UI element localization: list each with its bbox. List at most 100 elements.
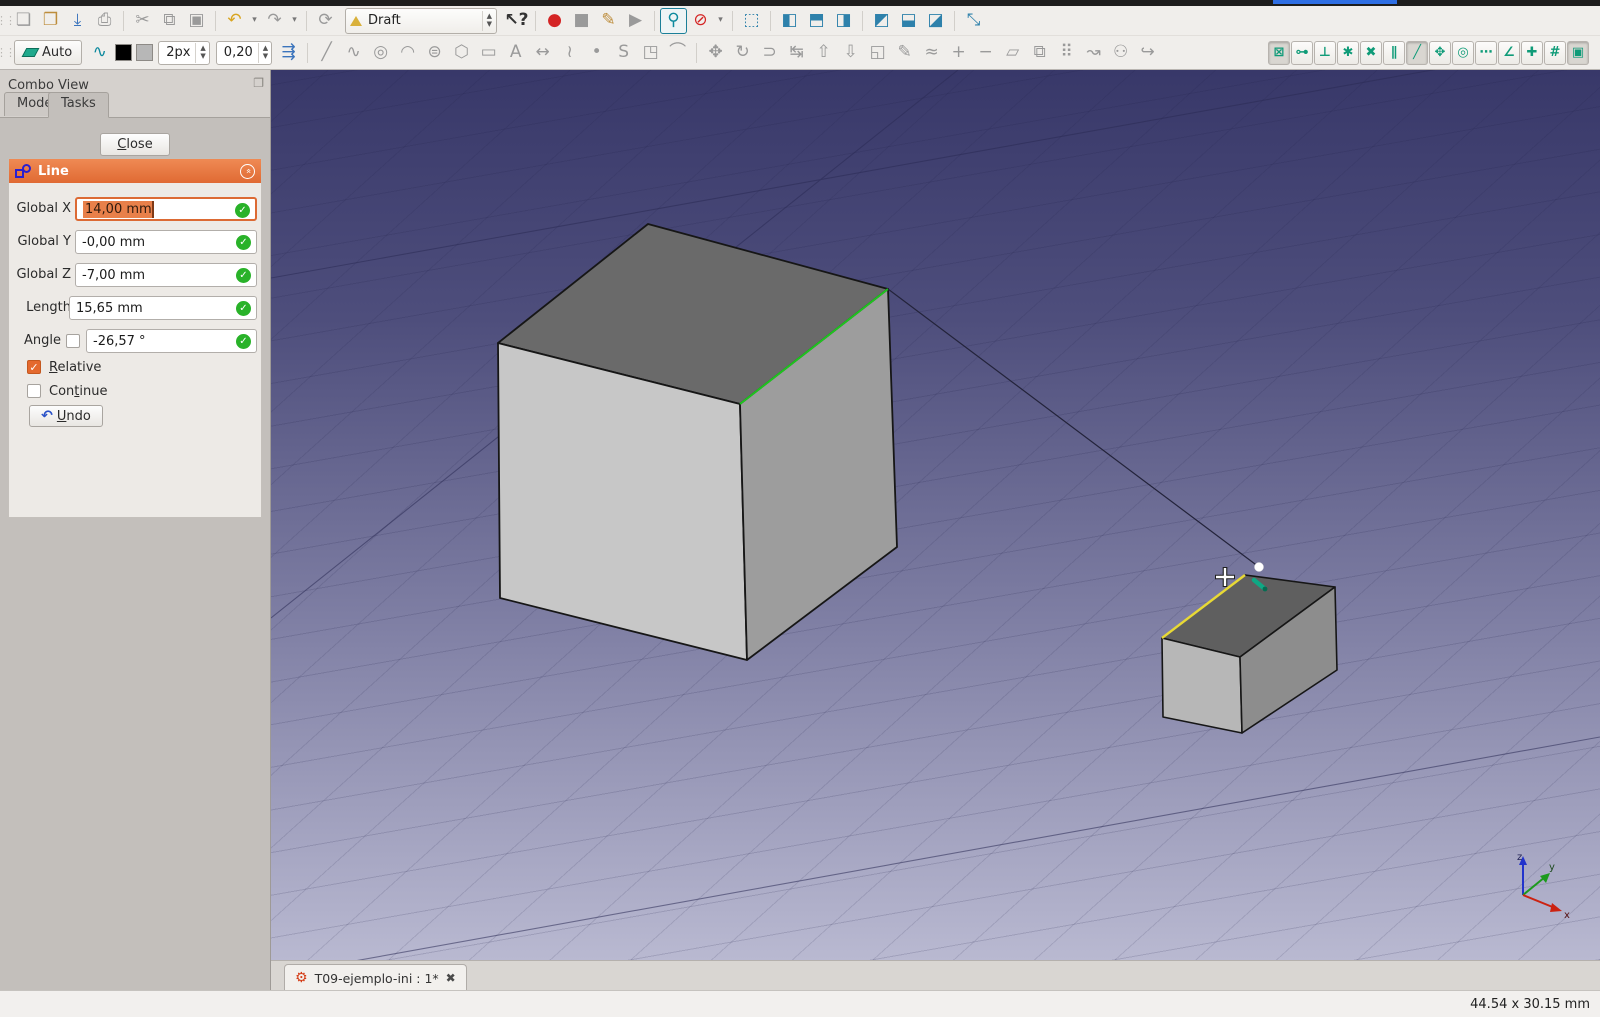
draft-bezier-tool[interactable]: ⌒ — [664, 40, 691, 66]
draft-offset-tool[interactable]: ⊃ — [756, 40, 783, 66]
continue-checkbox[interactable] — [27, 384, 41, 398]
angle-lock-checkbox[interactable] — [66, 334, 80, 348]
face-color-swatch[interactable] — [136, 44, 154, 61]
snap-midpoint-button[interactable]: ⊶ — [1291, 40, 1313, 65]
document-tab[interactable]: ⚙ T09-ejemplo-ini : 1* ✖ — [284, 964, 467, 991]
draft-downgrade-tool[interactable]: ⇩ — [837, 40, 864, 66]
draft-delete-point-tool[interactable]: − — [972, 40, 999, 66]
draft-circle-tool[interactable]: ◎ — [367, 40, 394, 66]
undo-dropdown[interactable]: ▾ — [248, 8, 261, 34]
global-z-input[interactable]: -7,00 mm ✓ — [75, 263, 257, 287]
snap-intersection-button[interactable]: ✖ — [1360, 40, 1382, 65]
apply-style-button[interactable]: ⇶ — [275, 40, 302, 66]
clip-plane-dropdown[interactable]: ▾ — [714, 8, 727, 34]
length-input[interactable]: 15,65 mm ✓ — [69, 296, 257, 320]
workbench-selector[interactable]: Draft ▲ ▼ — [345, 7, 497, 34]
draft-rectangle-tool[interactable]: ▭ — [475, 40, 502, 66]
view-rear-button[interactable]: ◩ — [868, 8, 895, 34]
redo-dropdown[interactable]: ▾ — [288, 8, 301, 34]
measure-distance-button[interactable]: ⤡ — [960, 8, 987, 34]
small-box[interactable] — [1161, 574, 1338, 734]
macro-play-button[interactable]: ▶ — [622, 8, 649, 34]
draft-upgrade-tool[interactable]: ⇧ — [810, 40, 837, 66]
relative-checkbox[interactable]: ✓ — [27, 360, 41, 374]
snap-parallel-button[interactable]: ∥ — [1383, 40, 1405, 65]
big-cube[interactable] — [497, 223, 898, 661]
redo-button[interactable]: ↷ — [261, 8, 288, 34]
document-tab-close-icon[interactable]: ✖ — [446, 971, 456, 985]
draft-edit-tool[interactable]: ✎ — [891, 40, 918, 66]
draft-array-tool[interactable]: ⠿ — [1053, 40, 1080, 66]
view-isometric-button[interactable]: ⬚ — [738, 8, 765, 34]
draft-heal-tool[interactable]: ↪ — [1134, 40, 1161, 66]
print-button[interactable]: ⎙ — [91, 8, 118, 34]
refresh-button[interactable]: ⟳ — [312, 8, 339, 34]
draft-scale-tool[interactable]: ◱ — [864, 40, 891, 66]
clip-plane-button[interactable]: ⊘ — [687, 8, 714, 34]
view-right-button[interactable]: ◨ — [830, 8, 857, 34]
text-scale-spinner[interactable]: 0,20 ▲ ▼ — [215, 40, 273, 65]
draft-trimex-tool[interactable]: ↹ — [783, 40, 810, 66]
new-file-button[interactable]: ❏ — [10, 8, 37, 34]
toggle-construction-mode-icon[interactable]: ∿ — [86, 40, 113, 66]
draft-shape2dview-tool[interactable]: ▱ — [999, 40, 1026, 66]
line-task-header[interactable]: Line « — [9, 159, 261, 183]
draft-ellipse-tool[interactable]: ⊜ — [421, 40, 448, 66]
macro-stop-button[interactable]: ■ — [568, 8, 595, 34]
draft-rotate-tool[interactable]: ↻ — [729, 40, 756, 66]
panel-float-icon[interactable]: ❐ — [253, 76, 264, 90]
draft-wire-to-bspline-tool[interactable]: ≈ — [918, 40, 945, 66]
draft-polygon-tool[interactable]: ⬡ — [448, 40, 475, 66]
viewport-3d[interactable]: z y x — [271, 70, 1600, 960]
draft-shapestring-tool[interactable]: S — [610, 40, 637, 66]
open-file-button[interactable]: ❐ — [37, 8, 64, 34]
snap-endpoint-button[interactable]: ╱ — [1406, 40, 1428, 65]
view-front-button[interactable]: ◧ — [776, 8, 803, 34]
zoom-selection-button[interactable]: ⚲ — [660, 7, 687, 34]
draft-dimension-tool[interactable]: ↔ — [529, 40, 556, 66]
draft-move-tool[interactable]: ✥ — [702, 40, 729, 66]
whats-this-button[interactable]: ↖? — [503, 8, 530, 34]
snap-extension-button[interactable]: ⋯ — [1475, 40, 1497, 65]
save-button[interactable]: ⤓ — [64, 8, 91, 34]
snap-ortho-button[interactable]: ✥ — [1429, 40, 1451, 65]
undo-button[interactable]: ↶ — [221, 8, 248, 34]
workbench-spin-arrows[interactable]: ▲ ▼ — [481, 10, 492, 31]
draft-point-tool[interactable]: • — [583, 40, 610, 66]
working-plane-auto-button[interactable]: Auto — [14, 40, 83, 65]
draft-facebinder-tool[interactable]: ◳ — [637, 40, 664, 66]
global-y-input[interactable]: -0,00 mm ✓ — [75, 230, 257, 254]
draft-line-tool[interactable]: ╱ — [313, 40, 340, 66]
draft-path-array-tool[interactable]: ↝ — [1080, 40, 1107, 66]
snap-workingplane-button[interactable]: ▣ — [1567, 40, 1589, 65]
snap-lock-button[interactable]: ⊠ — [1268, 40, 1290, 65]
draft-text-tool[interactable]: A — [502, 40, 529, 66]
view-bottom-button[interactable]: ⬓ — [895, 8, 922, 34]
snap-near-button[interactable]: ∠ — [1498, 40, 1520, 65]
snap-center-button[interactable]: ◎ — [1452, 40, 1474, 65]
cut-icon[interactable]: ✂ — [129, 8, 156, 34]
snap-dimensions-button[interactable]: # — [1544, 40, 1566, 65]
draft-clone-tool[interactable]: ⚇ — [1107, 40, 1134, 66]
undo-button[interactable]: ↶ Undo — [29, 405, 103, 427]
draft-bspline-tool[interactable]: ≀ — [556, 40, 583, 66]
macro-edit-button[interactable]: ✎ — [595, 8, 622, 34]
paste-icon[interactable]: ▣ — [183, 8, 210, 34]
view-top-button[interactable]: ⬒ — [803, 8, 830, 34]
snap-grid-button[interactable]: ✱ — [1337, 40, 1359, 65]
global-x-input[interactable]: 14,00 mm ✓ — [75, 197, 257, 221]
angle-input[interactable]: -26,57 ° ✓ — [86, 329, 257, 353]
copy-icon[interactable]: ⧉ — [156, 8, 183, 34]
line-color-swatch[interactable] — [115, 44, 133, 61]
tab-tasks[interactable]: Tasks — [48, 92, 109, 118]
snap-perpendicular-button[interactable]: ⊥ — [1314, 40, 1336, 65]
collapse-section-icon[interactable]: « — [240, 163, 255, 179]
view-left-button[interactable]: ◪ — [922, 8, 949, 34]
macro-record-button[interactable]: ● — [541, 8, 568, 34]
close-task-button[interactable]: Close — [100, 133, 170, 156]
snap-special-button[interactable]: ✚ — [1521, 40, 1543, 65]
draft-add-point-tool[interactable]: + — [945, 40, 972, 66]
draft-to-sketch-tool[interactable]: ⧉ — [1026, 40, 1053, 66]
line-width-spinner[interactable]: 2px ▲ ▼ — [158, 40, 210, 65]
draft-wire-tool[interactable]: ∿ — [340, 40, 367, 66]
